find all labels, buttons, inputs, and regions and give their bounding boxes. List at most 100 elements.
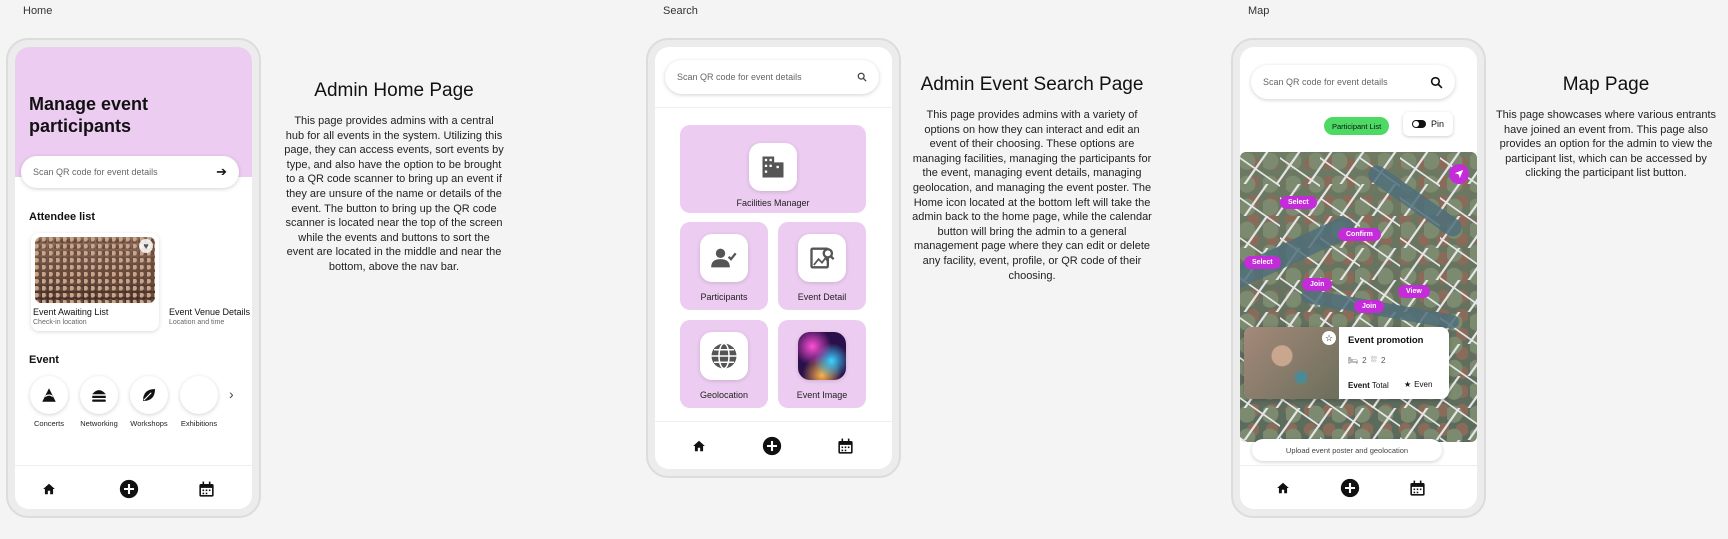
locate-icon[interactable]	[1449, 164, 1469, 184]
home-description-title: Admin Home Page	[314, 80, 474, 101]
card-subtitle: Check-in location	[33, 319, 87, 326]
event-card-awaiting[interactable]: ♥ Event Awaiting List Check-in location	[31, 233, 159, 331]
map-marker[interactable]: Confirm	[1338, 228, 1381, 241]
tile-label: Participants	[700, 292, 748, 302]
qr-search-placeholder: Scan QR code for event details	[677, 72, 802, 82]
event-total-suffix: Total	[1371, 381, 1389, 390]
bottom-nav	[655, 421, 892, 469]
category-label: Workshops	[130, 419, 168, 428]
event-promotion-card[interactable]: ☆ Event promotion 🛏 2 ⛆ 2 Event Total ★ …	[1244, 327, 1449, 399]
bath-icon: ⛆	[1370, 355, 1378, 364]
even-label: Even	[1414, 380, 1433, 389]
qr-search-bar[interactable]: Scan QR code for event details	[1251, 65, 1455, 99]
home-icon[interactable]	[38, 478, 60, 500]
qr-search-placeholder: Scan QR code for event details	[1263, 77, 1388, 87]
leaf-icon	[143, 389, 155, 401]
calendar-icon[interactable]	[1406, 477, 1428, 499]
concert-icon	[42, 388, 56, 402]
home-icon[interactable]	[1272, 477, 1294, 499]
map-description-title: Map Page	[1562, 74, 1650, 95]
burger-icon	[92, 390, 106, 402]
event-title: Event promotion	[1348, 335, 1424, 346]
tile-label: Geolocation	[699, 390, 749, 400]
concert-photo	[798, 332, 846, 380]
map-marker[interactable]: Join	[1302, 278, 1333, 291]
stat-two: 2	[1381, 355, 1386, 365]
search-screen: Scan QR code for event details Facilitie…	[655, 47, 892, 469]
card-title: Event Awaiting List	[33, 307, 109, 317]
frame-label-home: Home	[23, 5, 53, 17]
tile-label: Event Image	[796, 390, 848, 400]
home-description: Admin Home Page This page provides admin…	[284, 80, 504, 275]
home-icon[interactable]	[688, 435, 710, 457]
search-icon	[1430, 76, 1443, 88]
participant-list-button[interactable]: Participant List	[1324, 117, 1390, 135]
page-title: Manage event participants	[29, 94, 149, 136]
crowd-image	[35, 237, 155, 303]
heart-icon[interactable]: ♥	[139, 239, 153, 253]
frame-label-search: Search	[663, 5, 698, 17]
star-filled-icon: ★	[1404, 380, 1412, 389]
participants-tile[interactable]: Participants	[680, 222, 768, 310]
qr-search-bar[interactable]: Scan QR code for event details	[665, 60, 879, 94]
building-icon	[749, 143, 797, 191]
concerts-category-button[interactable]	[30, 376, 68, 414]
qr-search-placeholder: Scan QR code for event details	[33, 167, 158, 177]
stat-one: 2	[1362, 355, 1367, 365]
add-icon[interactable]	[118, 478, 140, 500]
home-screen: Manage event participants Scan QR code f…	[15, 47, 252, 509]
map-marker[interactable]: Select	[1244, 256, 1281, 269]
event-stats: 🛏 2 ⛆ 2	[1348, 355, 1385, 365]
event-section-title: Event	[29, 354, 59, 366]
bed-icon: 🛏	[1348, 355, 1359, 365]
event-detail-tile[interactable]: Event Detail	[778, 222, 866, 310]
add-icon[interactable]	[761, 435, 783, 457]
networking-category-button[interactable]	[80, 376, 118, 414]
river	[1240, 213, 1359, 293]
category-label: Networking	[80, 419, 118, 428]
calendar-icon[interactable]	[195, 478, 217, 500]
card-title: Event Venue Details	[169, 307, 251, 317]
search-icon	[857, 72, 867, 82]
toggle-switch-icon[interactable]	[1411, 120, 1426, 128]
category-label: Exhibitions	[180, 419, 218, 428]
map-marker[interactable]: Join	[1354, 300, 1385, 313]
person-check-icon	[700, 234, 748, 282]
map-description: Map Page This page showcases where vario…	[1492, 74, 1720, 181]
event-card-venue[interactable]: Event Venue Details Location and time	[169, 233, 252, 331]
search-phone: Scan QR code for event details Facilitie…	[646, 38, 901, 478]
frame-label-map: Map	[1248, 5, 1270, 17]
map-marker[interactable]: View	[1398, 285, 1430, 298]
arrow-right-icon[interactable]: ➔	[216, 164, 227, 180]
search-description-text: This page provides admins with a variety…	[912, 109, 1152, 282]
card-subtitle: Location and time	[169, 319, 225, 326]
upload-button[interactable]: Upload event poster and geolocation	[1252, 439, 1442, 461]
tile-label: Event Detail	[797, 292, 847, 302]
geolocation-tile[interactable]: Geolocation	[680, 320, 768, 408]
qr-search-bar[interactable]: Scan QR code for event details ➔	[21, 156, 239, 188]
map-marker[interactable]: Select	[1280, 196, 1317, 209]
event-total-bold: Event	[1348, 381, 1370, 390]
even-rating: ★ Even	[1404, 380, 1432, 389]
map-view[interactable]: Select Confirm Select Join View Join ☆ E…	[1240, 152, 1477, 442]
facilities-manager-tile[interactable]: Facilities Manager	[680, 125, 866, 213]
exhibitions-category-button[interactable]	[180, 376, 218, 414]
add-icon[interactable]	[1339, 477, 1361, 499]
event-image-tile[interactable]: Event Image	[778, 320, 866, 408]
attendee-list-title: Attendee list	[29, 211, 96, 223]
map-description-text: This page showcases where various entran…	[1495, 109, 1717, 180]
pin-toggle[interactable]: Pin	[1403, 112, 1453, 136]
image-search-icon	[798, 234, 846, 282]
category-label: Concerts	[33, 419, 64, 428]
bottom-nav	[1240, 465, 1477, 509]
pin-label: Pin	[1430, 119, 1444, 129]
home-phone: Manage event participants Scan QR code f…	[6, 38, 261, 518]
map-phone: Scan QR code for event details Participa…	[1231, 38, 1486, 518]
calendar-icon[interactable]	[834, 435, 856, 457]
divider	[655, 107, 892, 108]
bottom-nav	[15, 465, 252, 509]
chevron-right-icon[interactable]: ›	[229, 386, 234, 402]
star-icon[interactable]: ☆	[1322, 331, 1336, 345]
map-screen: Scan QR code for event details Participa…	[1240, 47, 1477, 509]
workshops-category-button[interactable]	[130, 376, 168, 414]
